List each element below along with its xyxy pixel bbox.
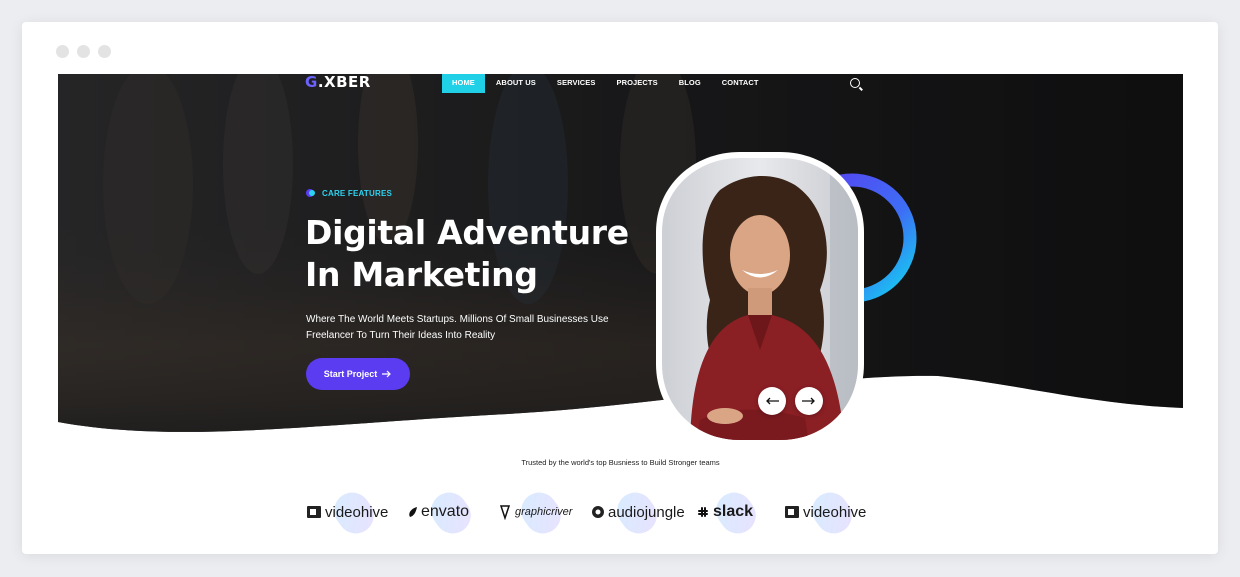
brand-name: videohive — [306, 504, 388, 521]
arrow-left-icon — [766, 397, 779, 405]
brand-audiojungle[interactable]: audiojungle — [591, 485, 685, 541]
start-project-button[interactable]: Start Project — [306, 358, 410, 390]
slider-next-button[interactable] — [795, 387, 823, 415]
nav-menu: HOME ABOUT US SERVICES PROJECTS BLOG CON… — [442, 74, 770, 93]
hero-section: G.XBER HOME ABOUT US SERVICES PROJECTS B… — [58, 74, 1183, 444]
window-minimize-dot[interactable] — [77, 45, 90, 58]
logo-text: .XBER — [317, 74, 371, 91]
nav-item-services[interactable]: SERVICES — [547, 74, 606, 93]
hero-title-line2: In Marketing — [305, 255, 538, 294]
window-maximize-dot[interactable] — [98, 45, 111, 58]
nav-item-home[interactable]: HOME — [442, 74, 485, 93]
brand-name: videohive — [784, 504, 866, 521]
brand-graphicriver[interactable]: graphicriver — [498, 485, 572, 541]
eyebrow-text: CARE FEATURES — [322, 189, 393, 198]
brand-videohive-2[interactable]: videohive — [784, 485, 866, 541]
brand-name: graphicriver — [498, 504, 572, 520]
arrow-right-icon — [802, 397, 815, 405]
slider-prev-button[interactable] — [758, 387, 786, 415]
brand-name: audiojungle — [591, 504, 685, 521]
videohive-icon — [785, 506, 799, 518]
site-logo[interactable]: G.XBER — [305, 74, 371, 91]
brand-logos: videohive envato graphicriver audiojungl… — [306, 485, 866, 541]
start-project-label: Start Project — [323, 369, 378, 379]
main-nav: G.XBER HOME ABOUT US SERVICES PROJECTS B… — [58, 74, 1183, 94]
page-viewport: G.XBER HOME ABOUT US SERVICES PROJECTS B… — [58, 74, 1183, 554]
brand-videohive-1[interactable]: videohive — [306, 485, 388, 541]
care-icon — [306, 189, 315, 198]
videohive-icon — [307, 506, 321, 518]
audiojungle-icon — [592, 506, 604, 518]
graphicriver-icon — [499, 505, 511, 520]
hero-subtitle: Where The World Meets Startups. Millions… — [306, 312, 636, 343]
hero-subtitle-line2: Freelancer To Turn Their Ideas Into Real… — [306, 329, 496, 341]
logo-mark: G — [305, 74, 318, 91]
window-close-dot[interactable] — [56, 45, 69, 58]
brand-slack[interactable]: slack — [696, 485, 763, 541]
brand-name: slack — [696, 503, 753, 521]
hero-title-line1: Digital Adventure — [305, 213, 629, 252]
brand-name: envato — [408, 503, 469, 521]
brand-envato[interactable]: envato — [408, 485, 478, 541]
browser-window: G.XBER HOME ABOUT US SERVICES PROJECTS B… — [22, 22, 1218, 554]
nav-item-projects[interactable]: PROJECTS — [606, 74, 667, 93]
window-controls — [56, 45, 111, 58]
eyebrow: CARE FEATURES — [306, 189, 392, 198]
nav-item-blog[interactable]: BLOG — [669, 74, 711, 93]
arrow-right-icon — [382, 370, 392, 378]
hero-subtitle-line1: Where The World Meets Startups. Millions… — [306, 314, 609, 325]
search-icon[interactable] — [850, 78, 860, 88]
slack-icon — [698, 507, 708, 517]
envato-leaf-icon — [409, 507, 417, 517]
trusted-text: Trusted by the world's top Busniess to B… — [521, 458, 720, 467]
hero-title: Digital Adventure In Marketing — [305, 212, 629, 296]
nav-item-contact[interactable]: CONTACT — [712, 74, 769, 93]
nav-item-about[interactable]: ABOUT US — [486, 74, 546, 93]
